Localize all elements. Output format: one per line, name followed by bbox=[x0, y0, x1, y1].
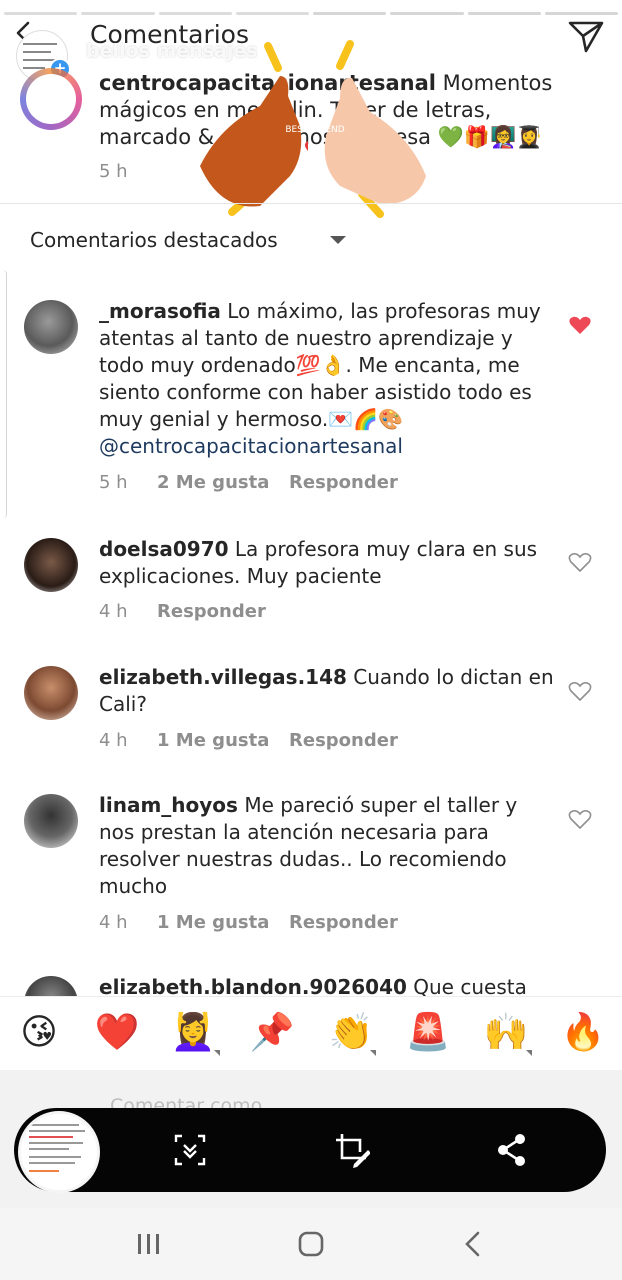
comment-meta: 4 h Responder bbox=[99, 601, 266, 622]
avatar[interactable] bbox=[24, 666, 78, 720]
heart-icon[interactable] bbox=[568, 551, 592, 573]
comment-time: 4 h bbox=[99, 730, 128, 751]
share-icon[interactable] bbox=[494, 1132, 530, 1168]
home-icon[interactable] bbox=[298, 1231, 324, 1257]
emoji-massage[interactable]: 💆‍♀️ bbox=[168, 1010, 218, 1056]
comment-text: elizabeth.villegas.148 Cuando lo dictan … bbox=[99, 664, 554, 718]
emoji-fire[interactable]: 🔥 bbox=[558, 1010, 608, 1056]
emoji-clap[interactable]: 👏 bbox=[326, 1010, 376, 1056]
nav-back-icon[interactable] bbox=[462, 1231, 484, 1257]
reply-button[interactable]: Responder bbox=[289, 730, 398, 751]
divider bbox=[0, 203, 622, 204]
emoji-heart[interactable]: ❤️ bbox=[92, 1010, 142, 1056]
comment-time: 4 h bbox=[99, 601, 128, 622]
comment-username[interactable]: elizabeth.villegas.148 bbox=[99, 665, 347, 689]
comment-meta: 4 h 1 Me gusta Responder bbox=[99, 912, 398, 933]
skin-tone-caret-icon bbox=[370, 1050, 376, 1056]
progress-segment bbox=[235, 12, 309, 15]
story-progress bbox=[4, 12, 618, 15]
heart-icon[interactable] bbox=[568, 808, 592, 830]
avatar[interactable] bbox=[24, 538, 78, 592]
caption-time: 5 h bbox=[99, 161, 128, 182]
comment-text: doelsa0970 La profesora muy clara en sus… bbox=[99, 536, 554, 590]
reply-button[interactable]: Responder bbox=[289, 912, 398, 933]
skin-tone-caret-icon bbox=[526, 1050, 532, 1056]
featured-comments-label[interactable]: Comentarios destacados bbox=[30, 228, 278, 252]
comment-text: linam_hoyos Me pareció super el taller y… bbox=[99, 792, 554, 900]
emoji-kiss[interactable]: 😘 bbox=[14, 1010, 64, 1056]
emoji-pushpin[interactable]: 📌 bbox=[247, 1010, 297, 1056]
avatar[interactable] bbox=[24, 300, 78, 354]
comment-likes[interactable]: 1 Me gusta bbox=[157, 730, 289, 751]
scroll-capture-icon[interactable] bbox=[172, 1132, 208, 1168]
comment-likes[interactable]: 2 Me gusta bbox=[157, 472, 289, 493]
comment-time: 5 h bbox=[99, 472, 128, 493]
reply-button[interactable]: Responder bbox=[289, 472, 398, 493]
progress-segment bbox=[81, 12, 155, 15]
comment-likes[interactable]: 1 Me gusta bbox=[157, 912, 289, 933]
chevron-down-icon[interactable] bbox=[330, 236, 346, 244]
recent-apps-icon[interactable] bbox=[136, 1232, 162, 1256]
heart-hands-sticker: BEST FRIEND bbox=[200, 40, 426, 218]
avatar[interactable] bbox=[24, 794, 78, 848]
send-icon[interactable] bbox=[566, 18, 606, 54]
progress-segment bbox=[158, 12, 232, 15]
heart-icon[interactable] bbox=[568, 680, 592, 702]
caption-avatar[interactable] bbox=[26, 74, 76, 124]
comment-meta: 4 h 1 Me gusta Responder bbox=[99, 730, 398, 751]
comment-time: 4 h bbox=[99, 912, 128, 933]
heart-icon[interactable] bbox=[568, 314, 592, 336]
progress-segment bbox=[313, 12, 387, 15]
emoji-siren[interactable]: 🚨 bbox=[403, 1010, 453, 1056]
edge-handle[interactable] bbox=[0, 270, 7, 518]
comment-text: _morasofia Lo máximo, las profesoras muy… bbox=[99, 298, 554, 460]
sticker-text: BEST FRIEND bbox=[285, 125, 344, 135]
reply-button[interactable]: Responder bbox=[157, 601, 266, 622]
comment-username[interactable]: doelsa0970 bbox=[99, 537, 229, 561]
crop-edit-icon[interactable] bbox=[334, 1132, 370, 1168]
skin-tone-caret-icon bbox=[214, 1050, 220, 1056]
comment-meta: 5 h 2 Me gusta Responder bbox=[99, 472, 398, 493]
comment-username[interactable]: _morasofia bbox=[99, 299, 221, 323]
comment-username[interactable]: linam_hoyos bbox=[99, 793, 238, 817]
progress-segment bbox=[544, 12, 618, 15]
emoji-raised-hands[interactable]: 🙌 bbox=[481, 1010, 531, 1056]
comment-mention[interactable]: @centrocapacitacionartesanal bbox=[99, 434, 403, 458]
progress-segment bbox=[467, 12, 541, 15]
progress-segment bbox=[4, 12, 78, 15]
progress-segment bbox=[390, 12, 464, 15]
screenshot-thumbnail[interactable] bbox=[18, 1111, 100, 1193]
